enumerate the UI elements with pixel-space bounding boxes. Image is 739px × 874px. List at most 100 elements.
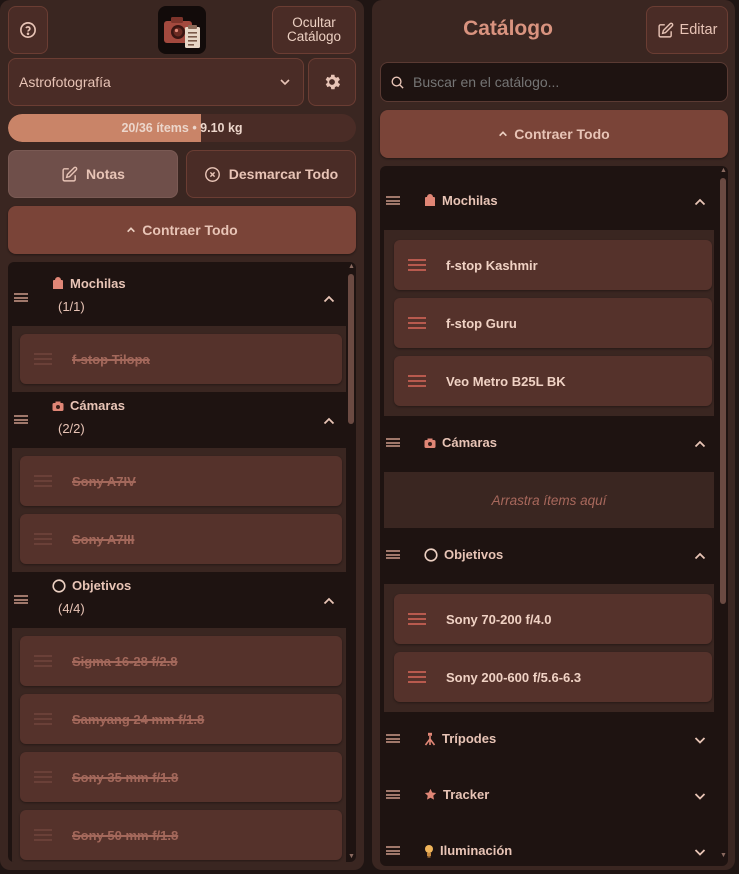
catalog-item[interactable]: Sony 200-600 f/5.6-6.3 [394, 652, 712, 702]
category-header-camaras[interactable]: Cámaras (2/2) [8, 396, 346, 446]
edit-icon [62, 166, 78, 182]
catalog-category-camaras[interactable]: Cámaras [380, 430, 718, 458]
profile-select[interactable]: Astrofotografía [8, 58, 304, 106]
drag-handle-icon[interactable] [386, 734, 400, 743]
catalog-item[interactable]: Veo Metro B25L BK [394, 356, 712, 406]
catalog-category-body-mochilas: f-stop Kashmir f-stop Guru Veo Metro B25… [384, 230, 714, 416]
drag-handle-icon[interactable] [386, 846, 400, 855]
drag-handle-icon[interactable] [386, 790, 400, 799]
catalog-category-tracker[interactable]: Tracker [380, 782, 718, 810]
profile-select-value: Astrofotografía [19, 74, 111, 90]
chevron-up-icon[interactable] [692, 436, 708, 452]
category-count: (4/4) [58, 601, 85, 616]
category-title: Tracker [443, 787, 490, 802]
drag-handle-icon[interactable] [408, 259, 426, 271]
chevron-up-icon[interactable] [321, 291, 337, 307]
catalog-category-tripodes[interactable]: Trípodes [380, 726, 718, 754]
category-header-mochilas[interactable]: Mochilas (1/1) [8, 274, 346, 324]
edit-label: Editar [679, 22, 718, 38]
edit-catalog-button[interactable]: Editar [646, 6, 728, 54]
drag-handle-icon[interactable] [386, 550, 400, 559]
drag-handle-icon[interactable] [34, 713, 52, 725]
item-label: Sony A7IV [72, 473, 136, 489]
scrollbar[interactable]: ▲ ▼ [348, 262, 355, 862]
drag-handle-icon[interactable] [34, 353, 52, 365]
scrollbar-thumb[interactable] [720, 178, 726, 604]
drag-handle-icon[interactable] [34, 655, 52, 667]
unmark-all-button[interactable]: Desmarcar Todo [186, 150, 356, 198]
list-item[interactable]: Samyang 24 mm f/1.8 [20, 694, 342, 744]
catalog-item[interactable]: f-stop Guru [394, 298, 712, 348]
list-item[interactable]: Sony 35 mm f/1.8 [20, 752, 342, 802]
catalog-collapse-all-button[interactable]: Contraer Todo [380, 110, 728, 158]
chevron-up-icon[interactable] [692, 548, 708, 564]
category-body-objetivos: Sigma 16-28 f/2.8 Samyang 24 mm f/1.8 So… [12, 628, 346, 862]
edit-icon [657, 22, 673, 38]
category-title: Trípodes [442, 731, 497, 746]
category-count: (2/2) [58, 421, 85, 436]
camera-icon [424, 438, 436, 448]
catalog-item[interactable]: f-stop Kashmir [394, 240, 712, 290]
list-item[interactable]: Sony A7III [20, 514, 342, 564]
chevron-up-icon[interactable] [692, 194, 708, 210]
scroll-up-arrow-icon[interactable]: ▲ [348, 263, 355, 270]
backpack-icon [53, 277, 63, 289]
camera-icon [52, 401, 64, 411]
drag-handle-icon[interactable] [34, 533, 52, 545]
search-input[interactable] [413, 63, 713, 101]
backpack-icon [425, 194, 435, 206]
collapse-all-button[interactable]: Contraer Todo [8, 206, 356, 254]
lightbulb-icon [425, 844, 433, 857]
category-title: Cámaras [70, 398, 125, 413]
catalog-item[interactable]: Sony 70-200 f/4.0 [394, 594, 712, 644]
tripod-icon [424, 732, 436, 745]
scroll-up-arrow-icon[interactable]: ▲ [720, 167, 727, 174]
scroll-down-arrow-icon[interactable]: ▼ [720, 852, 727, 859]
catalog-category-objetivos[interactable]: Objetivos [380, 542, 718, 570]
settings-button[interactable] [308, 58, 356, 106]
scrollbar[interactable]: ▲ ▼ [720, 166, 727, 866]
drag-handle-icon[interactable] [34, 771, 52, 783]
category-title: Iluminación [440, 843, 513, 858]
chevron-down-icon[interactable] [692, 788, 708, 804]
catalog-list[interactable]: Mochilas f-stop Kashmir f-stop Guru Veo … [380, 166, 728, 866]
notes-button[interactable]: Notas [8, 150, 178, 198]
chevron-down-icon[interactable] [692, 732, 708, 748]
catalog-category-iluminacion[interactable]: Iluminación [380, 838, 718, 866]
item-label: Sony 200-600 f/5.6-6.3 [446, 669, 582, 685]
packing-list[interactable]: Mochilas (1/1) f-stop Tilopa Cámaras (2/… [8, 262, 356, 862]
drag-handle-icon[interactable] [34, 475, 52, 487]
drag-handle-icon[interactable] [408, 671, 426, 683]
list-item[interactable]: f-stop Tilopa [20, 334, 342, 384]
catalog-category-mochilas[interactable]: Mochilas [380, 188, 718, 216]
drag-handle-icon[interactable] [386, 438, 400, 447]
drag-handle-icon[interactable] [386, 196, 400, 205]
list-item[interactable]: Sony A7IV [20, 456, 342, 506]
hide-catalog-button[interactable]: Ocultar Catálogo [272, 6, 356, 54]
category-title: Mochilas [70, 276, 126, 291]
drag-handle-icon[interactable] [14, 595, 28, 604]
catalog-dropzone-camaras[interactable]: Arrastra ítems aquí [384, 472, 714, 528]
scroll-down-arrow-icon[interactable]: ▼ [348, 853, 355, 860]
lens-icon [52, 578, 66, 593]
list-item[interactable]: Sony 50 mm f/1.8 [20, 810, 342, 860]
category-header-objetivos[interactable]: Objetivos (4/4) [8, 576, 346, 626]
catalog-search[interactable] [380, 62, 728, 102]
drag-handle-icon[interactable] [408, 317, 426, 329]
scrollbar-thumb[interactable] [348, 274, 354, 424]
item-label: Veo Metro B25L BK [446, 373, 566, 389]
drag-handle-icon[interactable] [408, 375, 426, 387]
chevron-up-icon[interactable] [321, 593, 337, 609]
chevron-down-icon[interactable] [692, 844, 708, 860]
list-item[interactable]: Sigma 16-28 f/2.8 [20, 636, 342, 686]
drag-handle-icon[interactable] [408, 613, 426, 625]
drag-handle-icon[interactable] [34, 829, 52, 841]
packing-list-panel: Ocultar Catálogo Astrofotografía 20/36 í… [0, 0, 364, 870]
x-circle-icon [204, 166, 220, 182]
help-button[interactable] [8, 6, 48, 54]
chevron-up-icon[interactable] [321, 413, 337, 429]
drag-handle-icon[interactable] [14, 293, 28, 302]
category-count: (1/1) [58, 299, 85, 314]
catalog-panel: Catálogo Editar Contraer Todo Mochilas f… [372, 0, 735, 870]
drag-handle-icon[interactable] [14, 415, 28, 424]
